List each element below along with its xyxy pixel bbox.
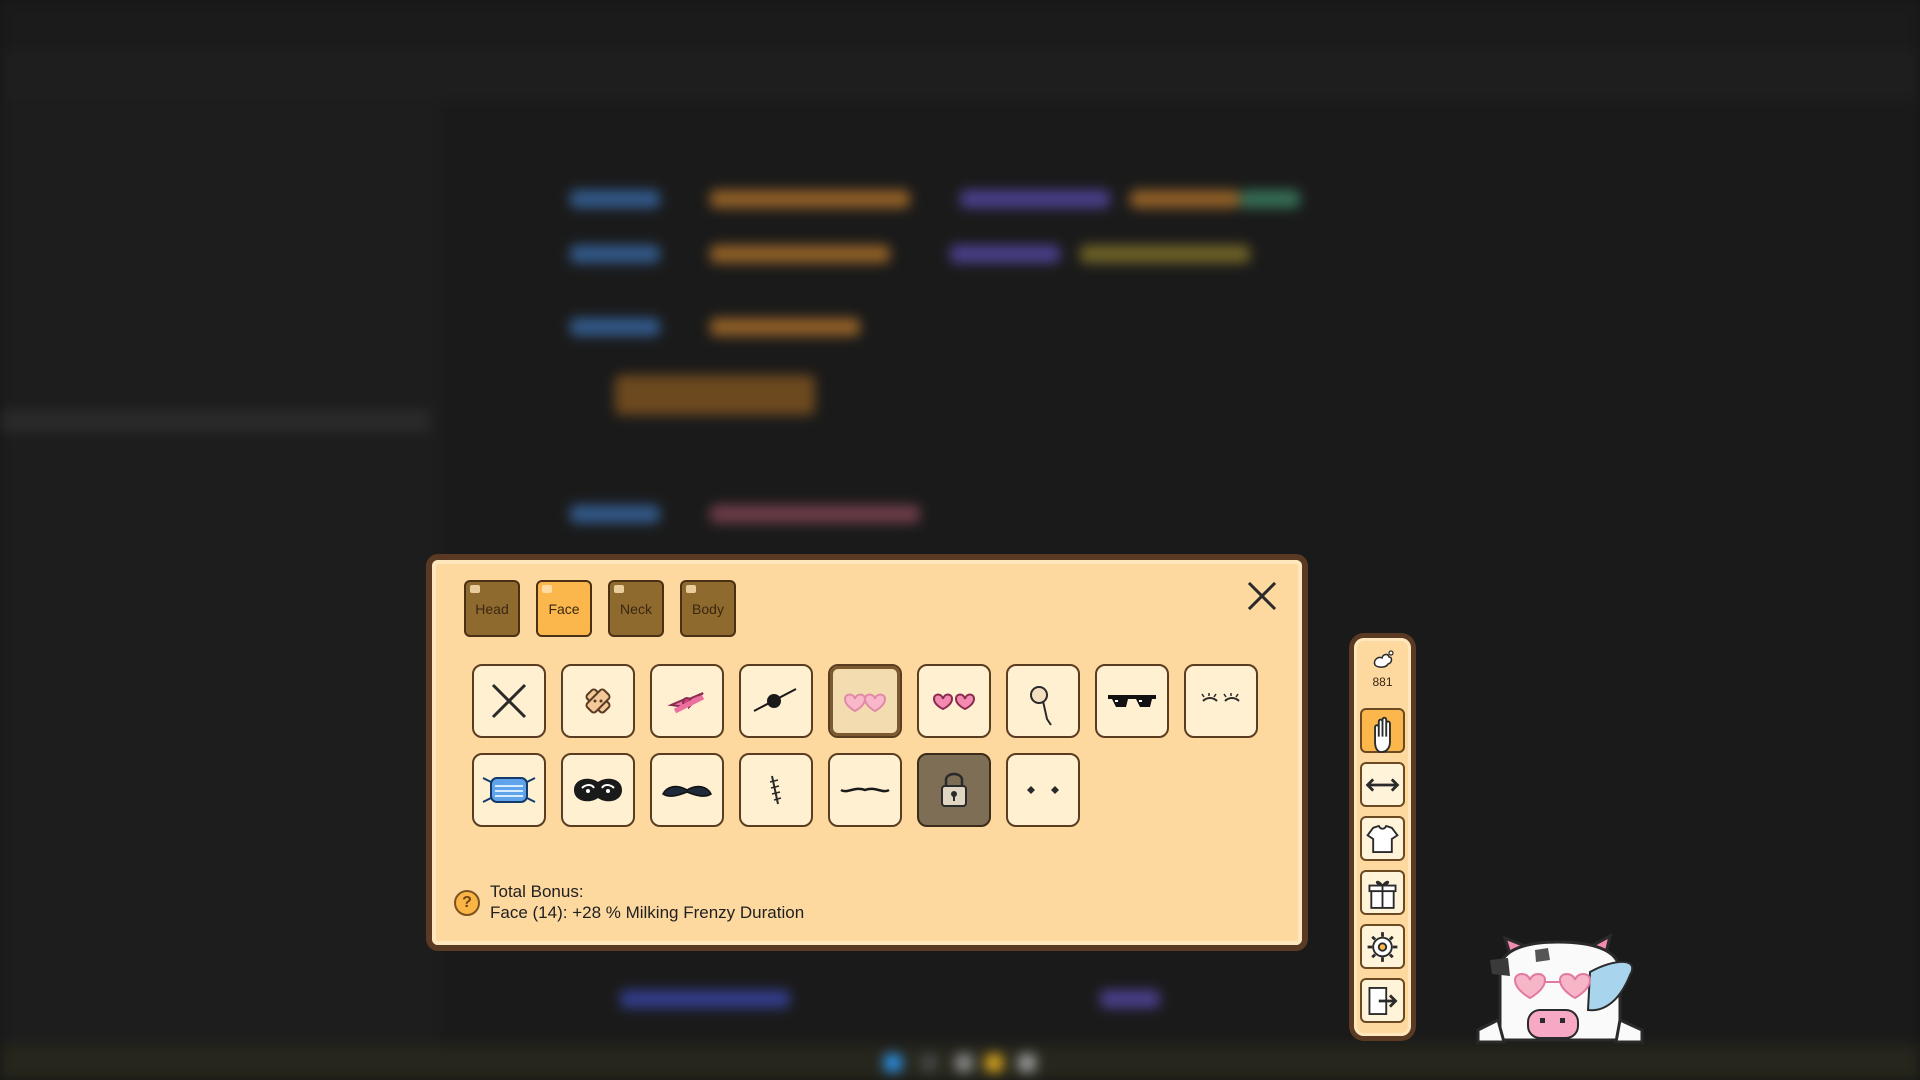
bg-sidebar-selection [0, 410, 430, 432]
bg-taskbar-icon [884, 1054, 902, 1072]
bonus-title: Total Bonus: [490, 882, 584, 901]
milk-splash-icon [1373, 650, 1394, 668]
tab-label: Neck [620, 600, 652, 617]
bg-code-line [570, 505, 660, 523]
bg-code-line [710, 318, 860, 336]
item-slot[interactable] [828, 753, 902, 827]
gear-icon [1367, 931, 1398, 962]
item-slot[interactable] [561, 753, 635, 827]
item-slot[interactable] [739, 664, 813, 738]
hand-wave-button[interactable] [1360, 708, 1405, 753]
bg-code-line [960, 190, 1110, 208]
bg-code-line [1080, 245, 1250, 263]
item-slot[interactable] [917, 664, 991, 738]
milk-count: 881 [1372, 675, 1393, 689]
bg-code-line [1100, 990, 1160, 1008]
pink-heart-glasses-icon [843, 693, 887, 713]
item-slot[interactable] [561, 664, 635, 738]
item-slot[interactable] [1006, 753, 1080, 827]
gear-button[interactable] [1360, 924, 1405, 969]
close-icon [1247, 581, 1277, 611]
hand-wave-icon [1374, 716, 1391, 753]
gift-button[interactable] [1360, 870, 1405, 915]
monocle-icon [1030, 686, 1052, 726]
tab-label: Face [548, 600, 580, 617]
exit-button[interactable] [1360, 978, 1405, 1023]
item-slot[interactable] [472, 753, 546, 827]
item-slot[interactable] [1095, 664, 1169, 738]
shirt-icon [1366, 824, 1399, 853]
side-toolbar: 881 [1354, 638, 1411, 1036]
accessory-panel: Head Face Neck Body ? Total Bonus: Face (14… [432, 560, 1302, 945]
eyelashes-icon [1201, 693, 1240, 702]
bg-code-line [570, 190, 660, 208]
resize-arrows-icon [1365, 777, 1400, 792]
close-button[interactable] [1244, 578, 1280, 614]
question-mark-glyph: ? [462, 894, 472, 911]
milk-counter: 881 [1354, 642, 1411, 689]
heart-eyes-icon [932, 693, 976, 711]
bg-taskbar-icon [955, 1054, 973, 1072]
question-mark-icon[interactable]: ? [454, 890, 480, 916]
bg-code-line [710, 245, 890, 263]
tab-corner-highlight [686, 585, 696, 593]
exit-icon [1368, 986, 1398, 1015]
bonus-detail: Face (14): +28 % Milking Frenzy Duration [490, 903, 805, 922]
shirt-button[interactable] [1360, 816, 1405, 861]
gift-icon [1368, 880, 1397, 909]
tab-label: Body [692, 600, 724, 617]
bg-code-line [1130, 190, 1240, 208]
tab-corner-highlight [542, 585, 552, 593]
bg-taskbar-icon [920, 1054, 938, 1072]
thin-mustache-icon [840, 787, 890, 793]
bg-code-line [710, 190, 910, 208]
cow-mascot[interactable] [1470, 930, 1650, 1048]
item-slot[interactable] [828, 664, 902, 738]
none-icon [491, 683, 527, 719]
item-slot[interactable] [739, 753, 813, 827]
bg-taskbar-icon [985, 1054, 1003, 1072]
resize-arrows-button[interactable] [1360, 762, 1405, 807]
item-slot[interactable] [650, 664, 724, 738]
bg-sidebar [0, 100, 440, 1045]
item-slot[interactable] [472, 664, 546, 738]
tab-label: Head [475, 600, 509, 617]
pixel-sunglasses-icon [1108, 695, 1156, 707]
tab-neck[interactable]: Neck [608, 580, 664, 637]
bg-code-line [570, 245, 660, 263]
tab-face[interactable]: Face [536, 580, 592, 637]
bg-code-line [570, 318, 660, 336]
bg-code-line [950, 245, 1060, 263]
face-mask-icon [482, 777, 536, 803]
pink-bow-icon [667, 692, 705, 714]
tab-body[interactable]: Body [680, 580, 736, 637]
bg-taskbar-icon [1018, 1054, 1036, 1072]
mustache-icon [662, 785, 712, 797]
tab-head[interactable]: Head [464, 580, 520, 637]
scar-icon [769, 775, 782, 805]
sleep-mask-icon [574, 778, 622, 802]
bg-code-line [710, 505, 920, 523]
cow-character-icon [1476, 933, 1644, 1044]
eyepatch-icon [753, 688, 797, 712]
item-slot[interactable] [1184, 664, 1258, 738]
item-slot[interactable] [917, 753, 991, 827]
bg-toolbar [0, 50, 1920, 100]
bg-code-line [615, 375, 815, 415]
bg-code-line [1240, 190, 1300, 208]
item-slot[interactable] [650, 753, 724, 827]
item-slot[interactable] [1006, 664, 1080, 738]
bg-code-line [620, 990, 790, 1008]
bg-titlebar [0, 0, 1920, 50]
bandage-icon [585, 688, 611, 714]
tab-corner-highlight [614, 585, 624, 593]
lock-icon [941, 772, 967, 807]
tab-corner-highlight [470, 585, 480, 593]
dot-eyes-icon [1027, 786, 1059, 794]
